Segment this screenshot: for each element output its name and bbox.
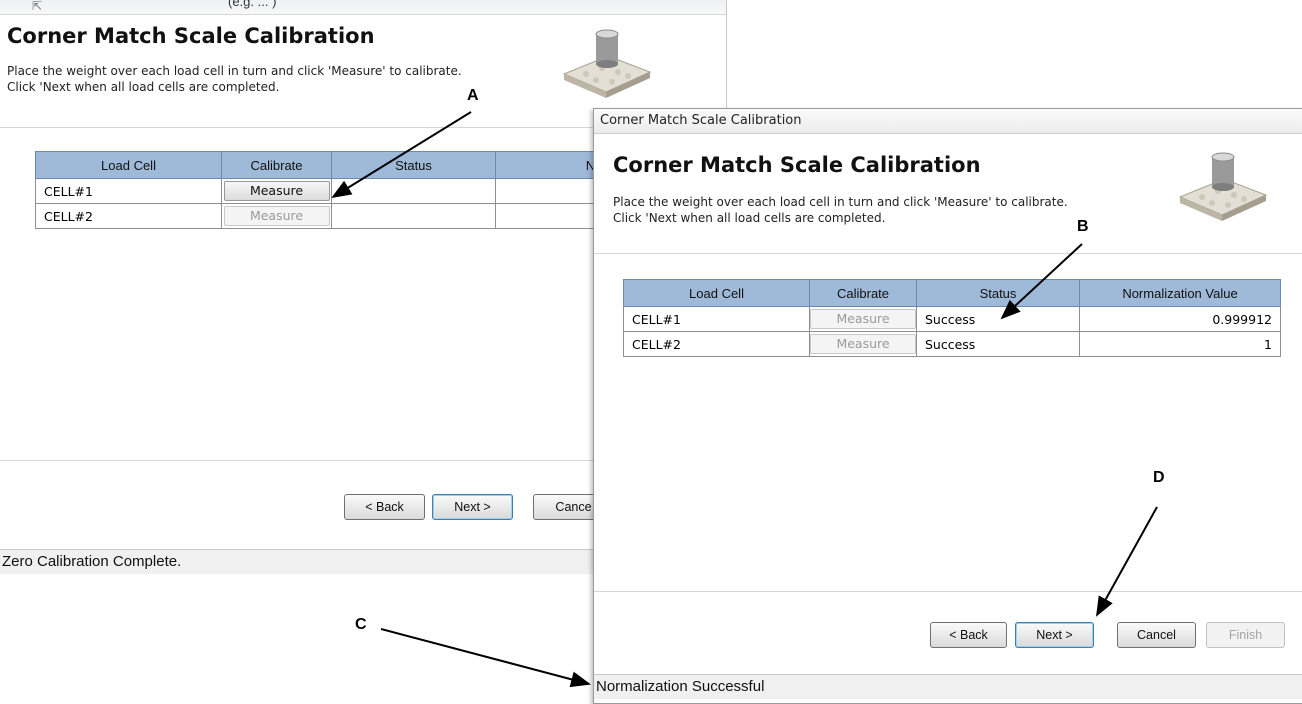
arrow-b xyxy=(1000,243,1083,320)
arrow-a xyxy=(331,111,472,199)
callout-label-c: C xyxy=(355,616,367,633)
callout-label-a: A xyxy=(467,87,479,104)
callout-label-b: B xyxy=(1077,218,1089,235)
arrow-c xyxy=(380,628,591,688)
callout-label-d: D xyxy=(1153,469,1165,486)
arrow-d xyxy=(1096,506,1158,617)
callout-arrows xyxy=(331,111,1158,688)
